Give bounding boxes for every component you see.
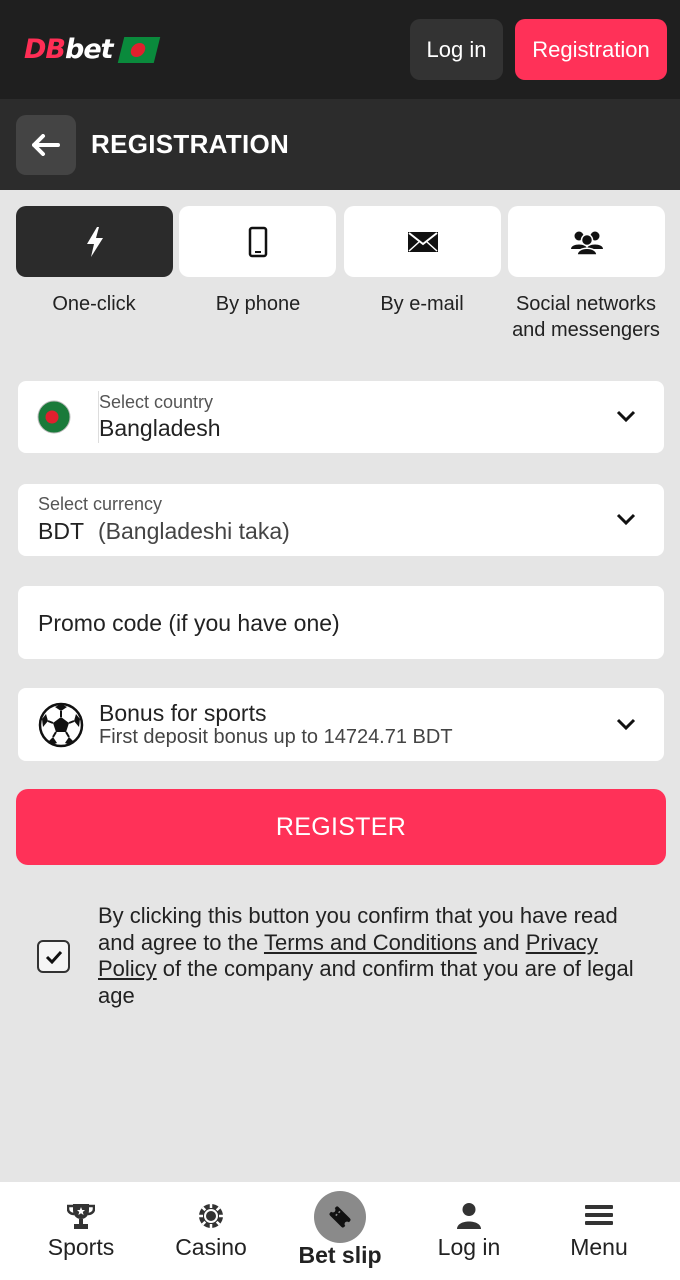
country-label: Select country (99, 392, 214, 412)
method-social[interactable] (508, 206, 665, 277)
method-label-one-click: One-click (52, 293, 136, 315)
hamburger-icon (585, 1205, 613, 1225)
nav-login[interactable]: Log in (401, 1182, 537, 1280)
bonus-title: Bonus for sports (99, 700, 267, 726)
method-by-phone[interactable] (179, 206, 336, 277)
nav-login-label: Log in (437, 1234, 501, 1260)
bet-slip-circle (314, 1191, 366, 1243)
nav-bet-slip[interactable]: Bet slip (272, 1182, 408, 1280)
checkmark-icon (45, 950, 62, 964)
chevron-down-icon (616, 718, 636, 731)
nav-casino[interactable]: Casino (143, 1182, 279, 1280)
casino-chip-icon (199, 1204, 223, 1228)
registration-button[interactable]: Registration (515, 19, 667, 80)
trophy-icon (67, 1204, 95, 1229)
soccer-ball-icon (38, 702, 84, 748)
logo-text: DBbet (24, 34, 114, 65)
register-button[interactable]: REGISTER (16, 789, 666, 865)
lightning-icon (86, 226, 103, 257)
method-label-by-email: By e-mail (380, 293, 464, 315)
bonus-subtitle: First deposit bonus up to 14724.71 BDT (99, 726, 453, 748)
arrow-left-icon (32, 134, 60, 156)
nav-sports-label: Sports (47, 1234, 115, 1260)
method-label-social: Social networks and messengers (512, 293, 660, 341)
user-icon (457, 1203, 481, 1229)
bottom-nav: Sports Casino Bet slip Log in Menu (0, 1182, 680, 1280)
logo[interactable]: DBbet (24, 34, 160, 65)
ticket-icon (329, 1206, 351, 1228)
chevron-down-icon (616, 410, 636, 423)
top-bar: DBbet Log in Registration (0, 0, 680, 99)
terms-link[interactable]: Terms and Conditions (264, 930, 477, 955)
currency-code: BDT (38, 518, 84, 544)
users-icon (570, 231, 603, 255)
promo-code-placeholder: Promo code (if you have one) (38, 610, 340, 636)
nav-sports[interactable]: Sports (13, 1182, 149, 1280)
nav-casino-label: Casino (175, 1234, 247, 1260)
method-label-by-phone: By phone (215, 293, 301, 315)
login-button[interactable]: Log in (410, 19, 503, 80)
phone-icon (248, 226, 267, 257)
country-select[interactable]: Select country Bangladesh (18, 381, 664, 453)
bangladesh-flag-icon (37, 400, 71, 434)
back-button[interactable] (16, 115, 76, 175)
bonus-select[interactable]: Bonus for sports First deposit bonus up … (18, 688, 664, 761)
bangladesh-flag-icon (117, 36, 160, 63)
title-bar: REGISTRATION (0, 99, 680, 190)
currency-select[interactable]: Select currency BDT (Bangladeshi taka) (18, 484, 664, 556)
currency-name: (Bangladeshi taka) (98, 518, 290, 544)
nav-bet-slip-label: Bet slip (298, 1242, 382, 1268)
currency-value: BDT (Bangladeshi taka) (38, 518, 290, 545)
method-by-email[interactable] (344, 206, 501, 277)
nav-menu[interactable]: Menu (531, 1182, 667, 1280)
country-value: Bangladesh (99, 415, 221, 441)
page-title: REGISTRATION (91, 129, 290, 159)
envelope-icon (407, 231, 438, 252)
consent-text: By clicking this button you confirm that… (98, 903, 634, 1008)
chevron-down-icon (616, 513, 636, 526)
promo-code-input[interactable]: Promo code (if you have one) (18, 586, 664, 659)
consent-checkbox[interactable] (37, 940, 70, 973)
method-one-click[interactable] (16, 206, 173, 277)
nav-menu-label: Menu (570, 1234, 628, 1260)
currency-label: Select currency (38, 494, 163, 514)
